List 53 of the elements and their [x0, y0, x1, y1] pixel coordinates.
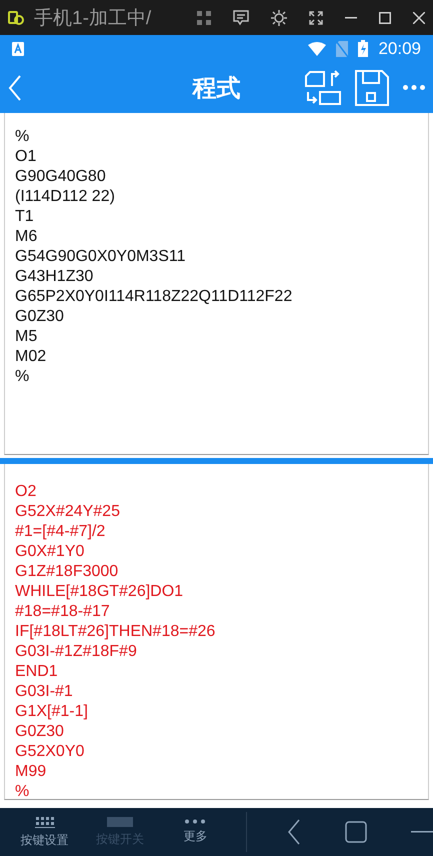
- code-line: WHILE[#18GT#26]DO1: [15, 582, 184, 602]
- back-icon[interactable]: [287, 819, 302, 845]
- swap-icon[interactable]: [305, 70, 341, 106]
- message-icon[interactable]: [233, 10, 249, 26]
- keyboard-app-icon: [12, 42, 24, 56]
- code-line: G54G90G0X0Y0M3S11: [15, 247, 186, 267]
- clock-time: 20:09: [378, 38, 421, 58]
- page-title: 程式: [192, 74, 240, 104]
- code-line: %: [15, 782, 30, 802]
- code-line: G43H1Z30: [15, 267, 94, 287]
- code-line: IF[#18LT#26]THEN#18=#26: [15, 622, 216, 642]
- code-line: G0Z30: [15, 307, 65, 327]
- code-line: T1: [15, 207, 35, 227]
- no-sim-icon: [336, 40, 348, 56]
- code-line: O1: [15, 147, 38, 167]
- code-line: G90G40G80: [15, 167, 107, 187]
- window-title: 手机1-加工中/: [34, 6, 152, 30]
- back-icon: [8, 74, 22, 100]
- code-line: O2: [15, 482, 38, 502]
- settings-icon[interactable]: [271, 10, 287, 26]
- code-line: G0X#1Y0: [15, 542, 86, 562]
- code-line: G03I-#1Z#18F#9: [15, 642, 138, 662]
- battery-charging-icon: [358, 40, 368, 57]
- toolbar-button[interactable]: 按键设置: [14, 816, 76, 848]
- home-icon[interactable]: [345, 821, 368, 843]
- code-line: G52X#24Y#25: [15, 502, 121, 522]
- more-icon[interactable]: [403, 85, 425, 90]
- code-line: END1: [15, 662, 59, 682]
- app-icon: [8, 10, 24, 26]
- code-line: G1X[#1-1]: [15, 702, 89, 722]
- toolbar-button[interactable]: 更多: [164, 819, 226, 845]
- code-line: M02: [15, 347, 48, 367]
- code-line: G1Z#18F3000: [15, 562, 120, 582]
- code-line: M5: [15, 327, 38, 347]
- code-line: M99: [15, 762, 48, 782]
- code-line: %: [15, 367, 30, 387]
- minimize-icon[interactable]: [345, 16, 357, 18]
- code-line: G0Z30: [15, 722, 65, 742]
- code-line: M6: [15, 227, 38, 247]
- maximize-icon[interactable]: [379, 12, 391, 24]
- back-button[interactable]: [8, 74, 22, 100]
- code-line: G03I-#1: [15, 682, 74, 702]
- fullscreen-icon[interactable]: [309, 10, 323, 24]
- close-icon[interactable]: [413, 12, 425, 24]
- code-line: (I114D112 22): [15, 187, 116, 207]
- code-line: G52X0Y0: [15, 742, 86, 762]
- code-line: #1=[#4-#7]/2: [15, 522, 106, 542]
- save-icon[interactable]: [355, 70, 389, 106]
- wifi-icon: [308, 42, 326, 56]
- code-line: G65P2X0Y0I114R118Z22Q11D112F22: [15, 287, 294, 307]
- code-line: %: [15, 127, 30, 147]
- more-icon: [185, 819, 206, 824]
- code-line: #18=#18-#17: [15, 602, 111, 622]
